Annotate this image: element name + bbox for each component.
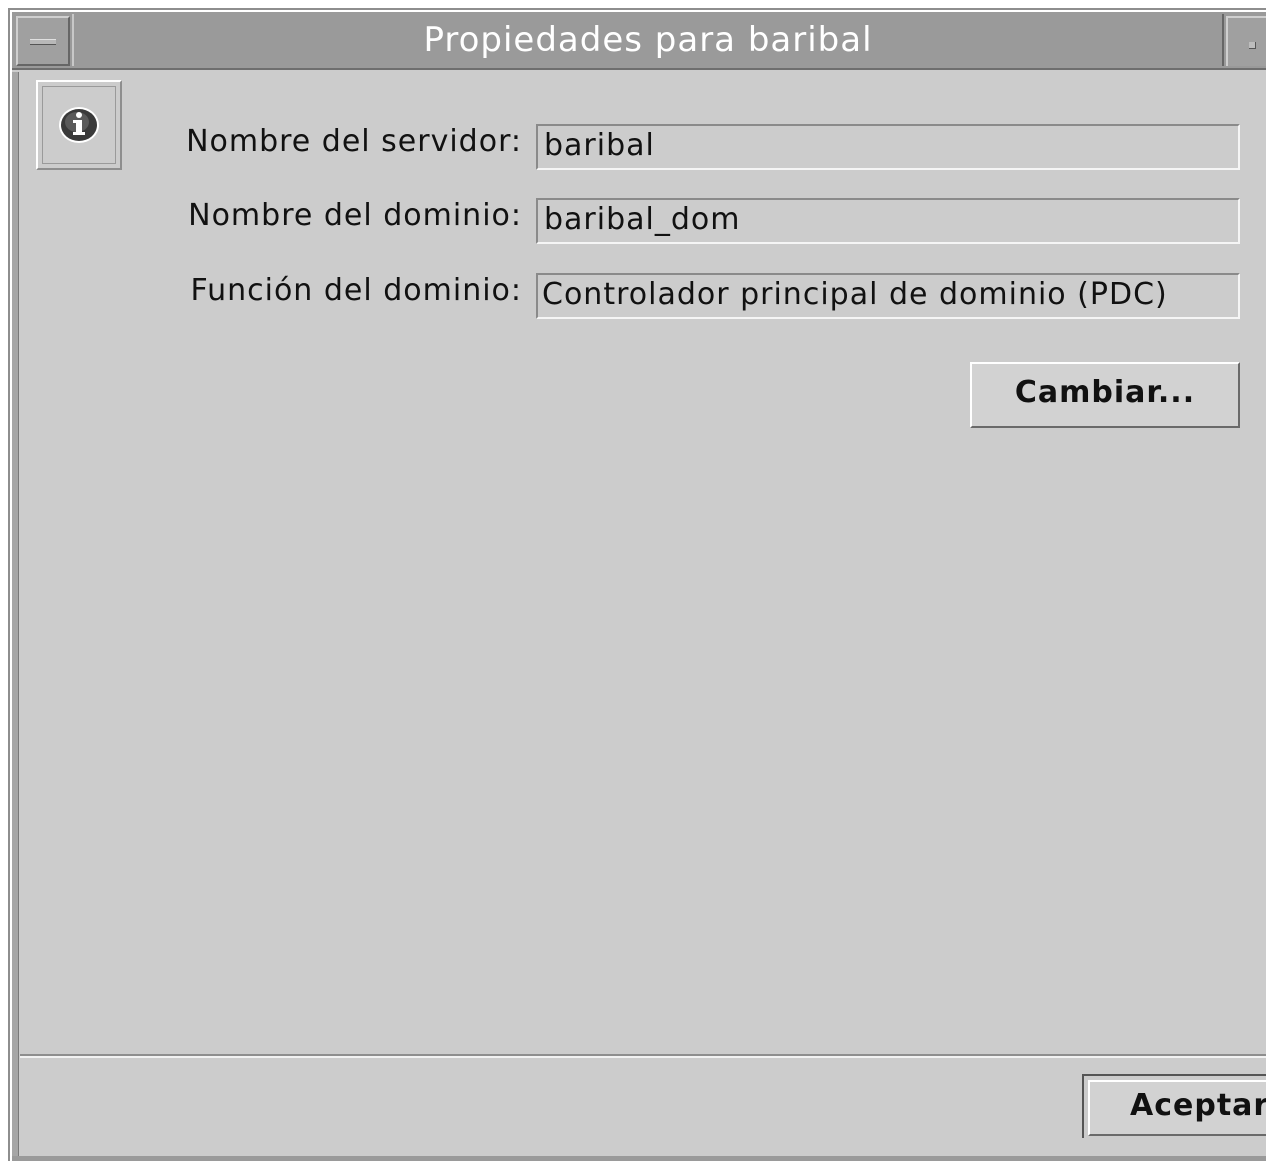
change-button[interactable]: Cambiar... [970,362,1240,428]
domain-name-label: Nombre del dominio: [188,198,522,233]
domain-role-label: Función del dominio: [190,273,522,308]
minimize-dot [1249,42,1256,49]
accept-button[interactable]: Aceptar [1088,1080,1266,1136]
properties-dialog [10,10,1266,1161]
window-left-border[interactable] [12,72,19,1156]
window-menu-bar [30,39,56,45]
domain-name-field[interactable]: baribal_dom [536,198,1240,244]
info-icon [59,107,99,143]
minimize-icon[interactable] [1226,16,1266,66]
title-area[interactable]: Propiedades para baribal [72,14,1224,66]
window-menu-icon[interactable] [16,16,70,66]
title-bar[interactable]: Propiedades para baribal [12,12,1266,70]
domain-role-field[interactable]: Controlador principal de dominio (PDC) [536,273,1240,319]
footer-separator [20,1054,1266,1058]
window-title: Propiedades para baribal [423,20,873,60]
server-name-field[interactable]: baribal [536,124,1240,170]
window-bottom-border[interactable] [12,1156,1266,1161]
server-name-label: Nombre del servidor: [186,124,522,159]
